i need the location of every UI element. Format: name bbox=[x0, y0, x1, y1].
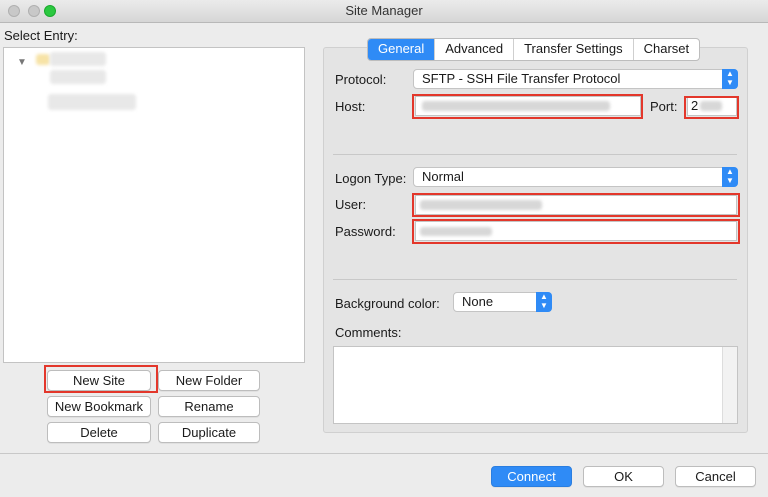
tree-item-folder[interactable] bbox=[50, 52, 106, 66]
divider bbox=[333, 154, 737, 155]
connect-button[interactable]: Connect bbox=[491, 466, 572, 487]
delete-button[interactable]: Delete bbox=[47, 422, 151, 443]
new-bookmark-button[interactable]: New Bookmark bbox=[47, 396, 151, 417]
logon-type-value: Normal bbox=[422, 169, 464, 184]
port-label: Port: bbox=[650, 99, 678, 114]
protocol-select[interactable]: SFTP - SSH File Transfer Protocol ▲ ▼ bbox=[413, 69, 738, 89]
chevron-updown-icon: ▲ ▼ bbox=[536, 292, 552, 312]
logon-type-label: Logon Type: bbox=[335, 171, 407, 186]
background-color-label: Background color: bbox=[335, 296, 440, 311]
protocol-value: SFTP - SSH File Transfer Protocol bbox=[422, 71, 621, 86]
highlight-box bbox=[412, 94, 643, 119]
highlight-box bbox=[44, 365, 158, 393]
tab-charset[interactable]: Charset bbox=[634, 39, 700, 60]
logon-type-select[interactable]: Normal ▲ ▼ bbox=[413, 167, 738, 187]
rename-button[interactable]: Rename bbox=[158, 396, 260, 417]
tab-advanced[interactable]: Advanced bbox=[435, 39, 515, 60]
ok-button[interactable]: OK bbox=[583, 466, 664, 487]
highlight-box bbox=[684, 96, 739, 119]
site-tree[interactable]: ▼ bbox=[3, 47, 305, 363]
password-label: Password: bbox=[335, 224, 396, 239]
divider bbox=[0, 453, 768, 454]
disclosure-triangle-icon[interactable]: ▼ bbox=[17, 57, 27, 68]
scrollbar[interactable] bbox=[722, 347, 737, 423]
comments-textarea[interactable] bbox=[333, 346, 738, 424]
protocol-label: Protocol: bbox=[335, 72, 387, 87]
highlight-box bbox=[412, 193, 740, 217]
chevron-updown-icon: ▲ ▼ bbox=[722, 167, 738, 187]
chevron-updown-icon: ▲ ▼ bbox=[722, 69, 738, 89]
cancel-button[interactable]: Cancel bbox=[675, 466, 756, 487]
tab-transfer-settings[interactable]: Transfer Settings bbox=[514, 39, 634, 60]
tab-bar: General Advanced Transfer Settings Chars… bbox=[367, 38, 701, 61]
highlight-box bbox=[412, 219, 740, 244]
folder-icon bbox=[36, 54, 50, 65]
background-color-select[interactable]: None ▲ ▼ bbox=[453, 292, 552, 312]
window-title: Site Manager bbox=[345, 3, 423, 18]
duplicate-button[interactable]: Duplicate bbox=[158, 422, 260, 443]
background-color-value: None bbox=[462, 294, 494, 309]
comments-label: Comments: bbox=[335, 325, 402, 340]
host-label: Host: bbox=[335, 99, 366, 114]
tab-general[interactable]: General bbox=[368, 39, 436, 60]
new-folder-button[interactable]: New Folder bbox=[158, 370, 260, 391]
select-entry-label: Select Entry: bbox=[4, 28, 78, 43]
divider bbox=[333, 279, 737, 280]
user-label: User: bbox=[335, 197, 367, 212]
tree-item-site[interactable] bbox=[48, 94, 136, 110]
tree-item-site[interactable] bbox=[50, 70, 106, 84]
title-bar: Site Manager bbox=[0, 0, 768, 23]
